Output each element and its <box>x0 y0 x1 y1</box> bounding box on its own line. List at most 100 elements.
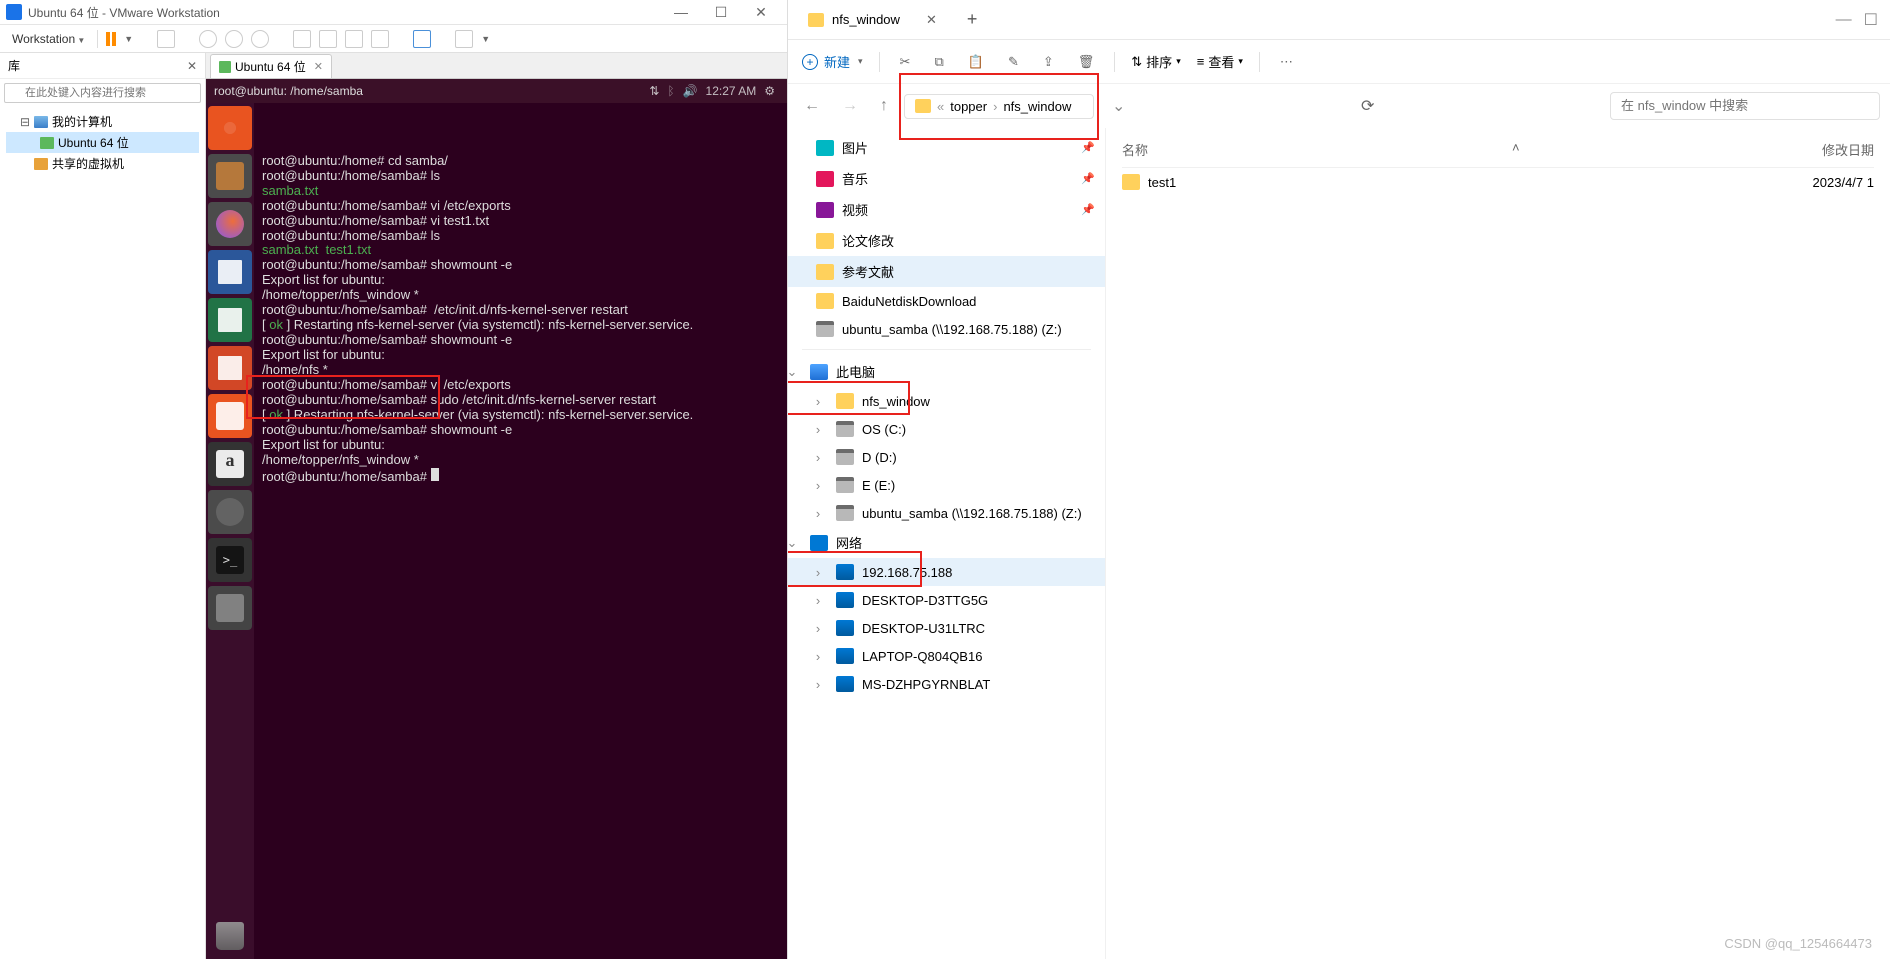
fullscreen-drop-icon[interactable]: ▼ <box>481 34 490 44</box>
nav-pictures[interactable]: 图片📌 <box>788 132 1105 163</box>
tree-shared-vms[interactable]: 共享的虚拟机 <box>6 153 199 174</box>
chevron-down-icon[interactable]: ⌄ <box>788 535 798 551</box>
chevron-right-icon[interactable]: › <box>812 478 824 493</box>
ubuntu-menubar[interactable]: root@ubuntu: /home/samba ⇅ ᛒ 🔊 12:27 AM … <box>206 79 787 103</box>
library-search-input[interactable] <box>4 83 201 103</box>
nav-ip-host[interactable]: ›192.168.75.188 <box>788 558 1105 586</box>
launcher-firefox-icon[interactable] <box>208 202 252 246</box>
tool-btn-3[interactable] <box>251 30 269 48</box>
nav-e-drive[interactable]: ›E (E:) <box>788 471 1105 499</box>
nav-video[interactable]: 视频📌 <box>788 194 1105 225</box>
nav-laptop[interactable]: ›LAPTOP-Q804QB16 <box>788 642 1105 670</box>
explorer-search-input[interactable] <box>1621 98 1869 113</box>
rename-icon[interactable]: ✎ <box>1004 50 1023 74</box>
nav-network[interactable]: ⌄网络 <box>788 527 1105 558</box>
copy-icon[interactable]: ⧉ <box>930 50 947 74</box>
tab-close-icon[interactable]: ✕ <box>926 12 937 28</box>
col-name[interactable]: 名称 <box>1122 140 1432 159</box>
pin-icon[interactable]: 📌 <box>1081 203 1095 216</box>
nav-music[interactable]: 音乐📌 <box>788 163 1105 194</box>
chevron-down-icon[interactable]: ⌄ <box>788 364 798 380</box>
vm-tab-ubuntu[interactable]: Ubuntu 64 位 ✕ <box>210 54 332 78</box>
volume-icon[interactable]: 🔊 <box>683 84 698 98</box>
launcher-calc-icon[interactable] <box>208 298 252 342</box>
chevron-right-icon[interactable]: › <box>812 677 824 692</box>
fullscreen-button[interactable] <box>455 30 473 48</box>
tool-btn-1[interactable] <box>199 30 217 48</box>
launcher-software-icon[interactable] <box>208 394 252 438</box>
ubuntu-guest-screen[interactable]: root@ubuntu: /home/samba ⇅ ᛒ 🔊 12:27 AM … <box>206 79 787 959</box>
minimize-button[interactable]: — <box>661 4 701 20</box>
layout-btn-2[interactable] <box>319 30 337 48</box>
ubuntu-terminal[interactable]: root@ubuntu:/home# cd samba/root@ubuntu:… <box>254 103 787 959</box>
layout-btn-3[interactable] <box>345 30 363 48</box>
explorer-search[interactable] <box>1610 92 1880 120</box>
tab-close-icon[interactable]: ✕ <box>314 60 323 73</box>
tool-btn-2[interactable] <box>225 30 243 48</box>
paste-icon[interactable]: 📋 <box>964 50 988 74</box>
snapshot-button[interactable] <box>157 30 175 48</box>
explorer-tab-nfs[interactable]: nfs_window ✕ <box>796 6 949 34</box>
more-icon[interactable]: ⋯ <box>1276 50 1297 74</box>
nav-nfs-window[interactable]: ›nfs_window <box>788 387 1105 415</box>
launcher-settings-icon[interactable] <box>208 490 252 534</box>
launcher-trash-icon[interactable] <box>208 914 252 958</box>
file-row-test1[interactable]: test1 2023/4/7 1 <box>1122 168 1874 196</box>
sort-button[interactable]: ⇅排序▾ <box>1131 52 1180 71</box>
tree-ubuntu-vm[interactable]: Ubuntu 64 位 <box>6 132 199 153</box>
library-close-icon[interactable]: ✕ <box>187 59 197 73</box>
crumb-topper[interactable]: topper <box>950 99 987 114</box>
play-dropdown-icon[interactable]: ▼ <box>124 34 133 44</box>
chevron-right-icon[interactable]: › <box>812 422 824 437</box>
launcher-files-icon[interactable] <box>208 154 252 198</box>
close-button[interactable]: ✕ <box>741 4 781 21</box>
launcher-terminal-icon[interactable]: >_ <box>208 538 252 582</box>
crumb-nfs-window[interactable]: nfs_window <box>1003 99 1071 114</box>
launcher-dash-icon[interactable] <box>208 106 252 150</box>
address-dropdown-icon[interactable]: ⌄ <box>1112 96 1125 116</box>
share-icon[interactable]: ⇪ <box>1039 50 1058 74</box>
nav-ms-host[interactable]: ›MS-DZHPGYRNBLAT <box>788 670 1105 698</box>
chevron-right-icon[interactable]: › <box>812 565 824 580</box>
workstation-menu[interactable]: Workstation <box>8 32 89 46</box>
chevron-right-icon[interactable]: › <box>812 450 824 465</box>
back-button[interactable]: ← <box>798 93 826 119</box>
nav-desktop-2[interactable]: ›DESKTOP-U31LTRC <box>788 614 1105 642</box>
maximize-button[interactable]: ☐ <box>701 4 741 21</box>
tree-my-computer[interactable]: ⊟我的计算机 <box>6 111 199 132</box>
unity-button[interactable] <box>413 30 431 48</box>
nav-samba-z[interactable]: ubuntu_samba (\\192.168.75.188) (Z:) <box>788 315 1105 343</box>
pin-icon[interactable]: 📌 <box>1081 141 1095 154</box>
network-icon[interactable]: ⇅ <box>649 84 659 98</box>
nav-desktop-1[interactable]: ›DESKTOP-D3TTG5G <box>788 586 1105 614</box>
chevron-right-icon[interactable]: › <box>812 649 824 664</box>
window-max-icon[interactable]: ☐ <box>1864 10 1878 30</box>
pause-button[interactable] <box>106 32 116 46</box>
nav-os-c[interactable]: ›OS (C:) <box>788 415 1105 443</box>
nav-samba-z2[interactable]: ›ubuntu_samba (\\192.168.75.188) (Z:) <box>788 499 1105 527</box>
bluetooth-icon[interactable]: ᛒ <box>667 84 674 98</box>
pin-icon[interactable]: 📌 <box>1081 172 1095 185</box>
up-button[interactable]: ↑ <box>874 93 894 119</box>
nav-this-pc[interactable]: ⌄此电脑 <box>788 356 1105 387</box>
chevron-right-icon[interactable]: › <box>812 506 824 521</box>
forward-button[interactable]: → <box>836 93 864 119</box>
launcher-disk-icon[interactable] <box>208 586 252 630</box>
nav-baidu[interactable]: BaiduNetdiskDownload <box>788 287 1105 315</box>
breadcrumb[interactable]: « topper › nfs_window <box>904 94 1094 119</box>
layout-btn-1[interactable] <box>293 30 311 48</box>
chevron-right-icon[interactable]: › <box>812 621 824 636</box>
delete-icon[interactable]: 🗑 <box>1074 50 1099 74</box>
col-modified[interactable]: 修改日期 <box>1822 140 1874 159</box>
nav-paper-edit[interactable]: 论文修改 <box>788 225 1105 256</box>
window-min-icon[interactable]: — <box>1836 11 1852 29</box>
nav-references[interactable]: 参考文献 <box>788 256 1105 287</box>
launcher-impress-icon[interactable] <box>208 346 252 390</box>
layout-btn-4[interactable] <box>371 30 389 48</box>
new-tab-button[interactable]: + <box>967 9 978 30</box>
view-button[interactable]: ≡查看▾ <box>1197 52 1243 71</box>
explorer-file-list[interactable]: 名称 ˄ 修改日期 test1 2023/4/7 1 <box>1106 128 1890 959</box>
vmware-titlebar[interactable]: Ubuntu 64 位 - VMware Workstation — ☐ ✕ <box>0 0 787 25</box>
gear-icon[interactable]: ⚙ <box>764 84 775 98</box>
new-button[interactable]: + 新建 ▾ <box>802 52 863 71</box>
